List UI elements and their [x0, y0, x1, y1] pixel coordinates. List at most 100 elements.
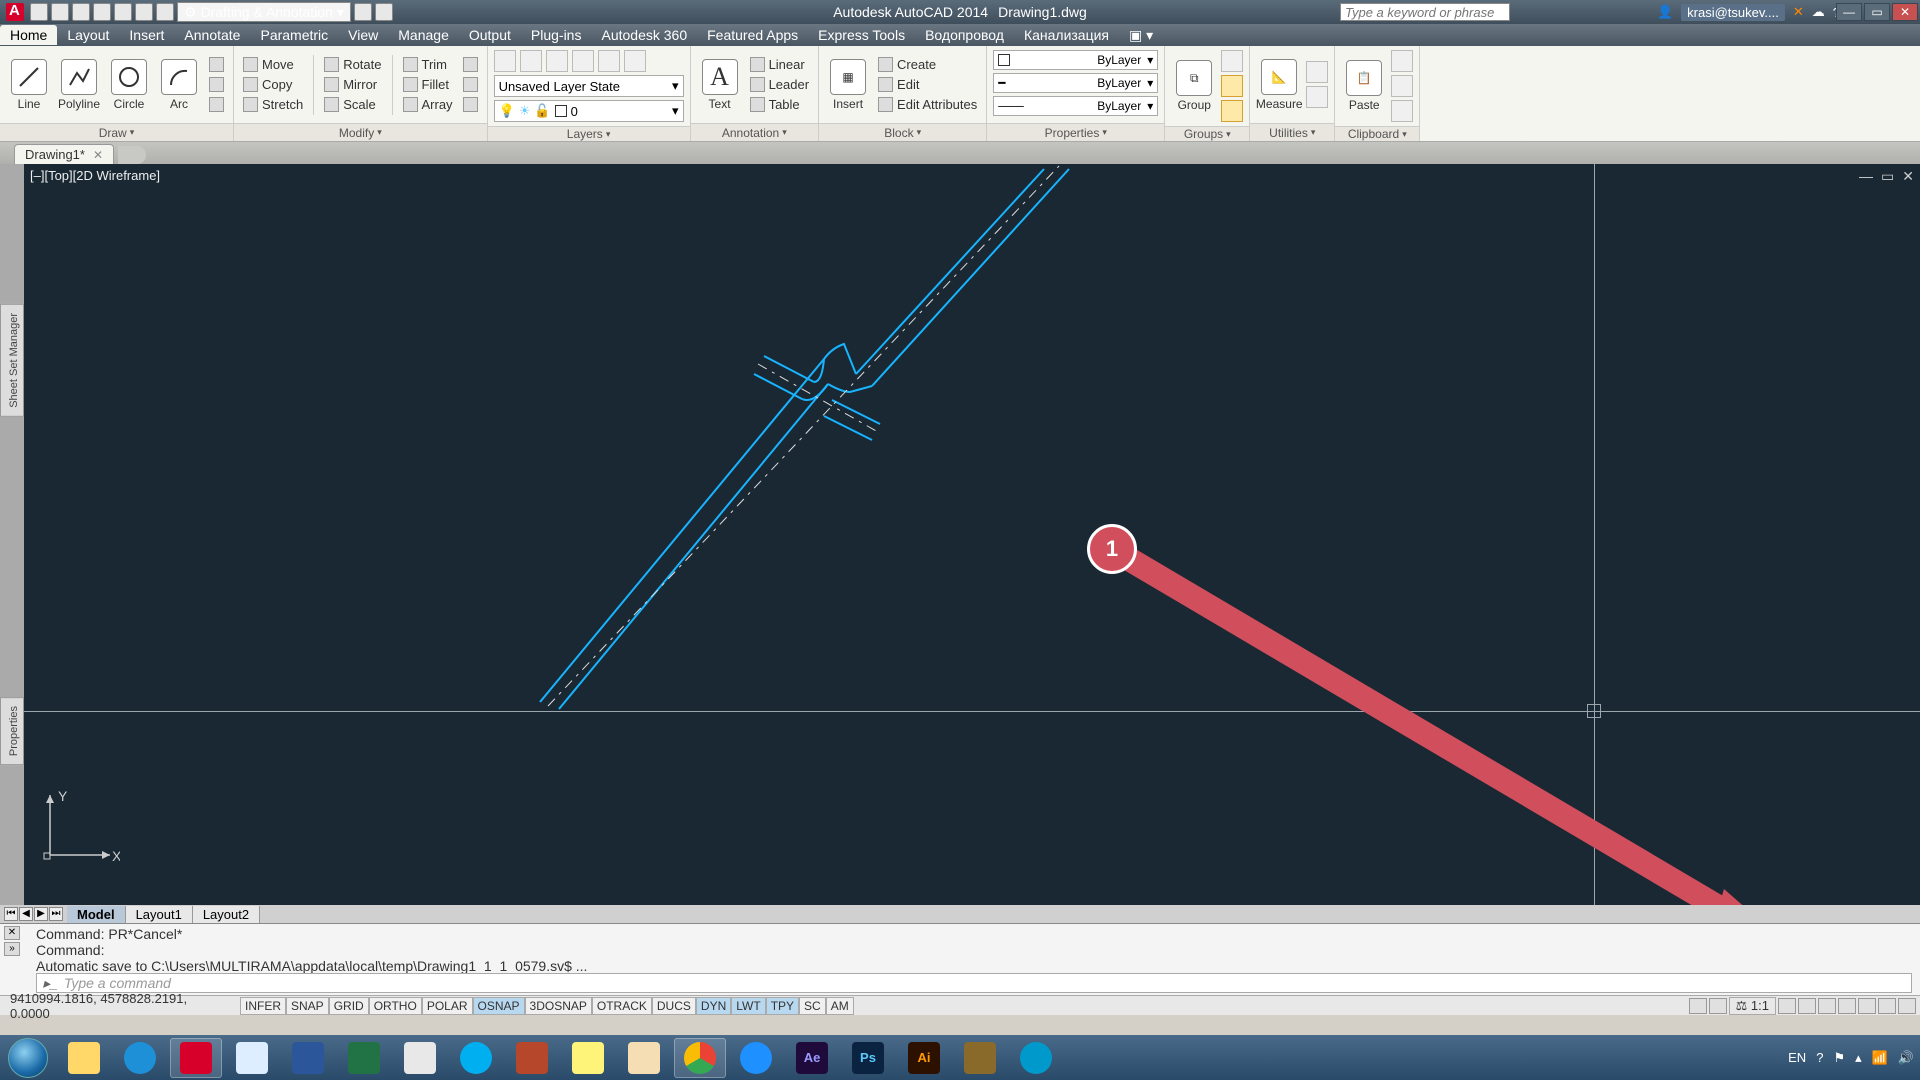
workspace-selector[interactable]: ⚙ Drafting & Annotation ▾	[177, 2, 351, 22]
search-input[interactable]	[1340, 3, 1510, 21]
task-app1[interactable]	[954, 1038, 1006, 1078]
layer-prop-icon[interactable]	[494, 50, 516, 72]
paste-button[interactable]: 📋Paste	[1341, 52, 1387, 120]
task-publisher[interactable]	[506, 1038, 558, 1078]
qat-redo-icon[interactable]	[156, 3, 174, 21]
panel-clipboard-title[interactable]: Clipboard	[1335, 126, 1419, 141]
group-bbox-icon[interactable]	[1221, 100, 1243, 122]
layout-tab-layout1[interactable]: Layout1	[126, 906, 193, 923]
panel-layers-title[interactable]: Layers	[488, 126, 690, 141]
layer-off-icon[interactable]	[624, 50, 646, 72]
draw-extra1[interactable]	[206, 56, 227, 73]
insert-button[interactable]: ▦Insert	[825, 51, 871, 119]
table-button[interactable]: Table	[747, 96, 812, 113]
anno-scale-button[interactable]: ⚖ 1:1	[1729, 997, 1776, 1015]
qat-open-icon[interactable]	[51, 3, 69, 21]
status-osnap[interactable]: OSNAP	[473, 997, 525, 1015]
fillet-button[interactable]: Fillet	[400, 76, 456, 93]
drawing-canvas[interactable]: [‒][Top][2D Wireframe] — ▭ ✕ Y X	[24, 164, 1920, 905]
command-input[interactable]: ▸_ Type a command	[36, 973, 1912, 993]
start-button[interactable]	[0, 1035, 56, 1080]
tray-network-icon[interactable]: 📶	[1872, 1050, 1888, 1066]
tab-output[interactable]: Output	[459, 25, 521, 45]
qat-new-icon[interactable]	[30, 3, 48, 21]
leader-button[interactable]: Leader	[747, 76, 812, 93]
qat-extra-icon[interactable]	[354, 3, 372, 21]
tab-manage[interactable]: Manage	[388, 25, 459, 45]
sheet-set-manager-tab[interactable]: Sheet Set Manager	[0, 304, 24, 417]
tab-annotate[interactable]: Annotate	[174, 25, 250, 45]
task-wmp[interactable]	[114, 1038, 166, 1078]
document-tab[interactable]: Drawing1* ✕	[14, 144, 114, 164]
task-calc[interactable]	[394, 1038, 446, 1078]
clean-screen-icon[interactable]	[1898, 998, 1916, 1014]
status-sc[interactable]: SC	[799, 997, 826, 1015]
task-word[interactable]	[282, 1038, 334, 1078]
layout-tab-layout2[interactable]: Layout2	[193, 906, 260, 923]
hardware-accel-icon[interactable]	[1858, 998, 1876, 1014]
command-recent-icon[interactable]: »	[4, 942, 20, 956]
properties-tab[interactable]: Properties	[0, 697, 24, 765]
array-button[interactable]: Array	[400, 96, 456, 113]
draw-extra3[interactable]	[206, 96, 227, 113]
close-icon[interactable]: ✕	[93, 148, 103, 162]
task-chrome[interactable]	[674, 1038, 726, 1078]
layer-freeze-icon[interactable]	[572, 50, 594, 72]
tab-express-tools[interactable]: Express Tools	[808, 25, 915, 45]
task-app2[interactable]	[1010, 1038, 1062, 1078]
layout-tab-model[interactable]: Model	[67, 906, 126, 923]
panel-groups-title[interactable]: Groups	[1165, 126, 1249, 141]
tab-insert[interactable]: Insert	[119, 25, 174, 45]
status-3dosnap[interactable]: 3DOSNAP	[525, 997, 592, 1015]
layer-states-icon[interactable]	[520, 50, 542, 72]
task-skype[interactable]	[450, 1038, 502, 1078]
panel-block-title[interactable]: Block	[819, 123, 986, 141]
panel-properties-title[interactable]: Properties	[987, 123, 1164, 141]
panel-annotation-title[interactable]: Annotation	[691, 123, 818, 141]
layout-prev-icon[interactable]: ◀	[19, 907, 33, 921]
status-lwt[interactable]: LWT	[731, 997, 765, 1015]
status-infer[interactable]: INFER	[240, 997, 286, 1015]
tray-flag-icon[interactable]: ⚑	[1833, 1050, 1845, 1066]
prop-lineweight-dropdown[interactable]: ━ByLayer▾	[993, 73, 1158, 93]
lang-indicator[interactable]: EN	[1788, 1050, 1806, 1065]
tab-extra[interactable]: ▣ ▾	[1119, 25, 1163, 46]
layer-lock-icon[interactable]	[598, 50, 620, 72]
task-explorer[interactable]	[58, 1038, 110, 1078]
group-select-icon[interactable]	[1221, 75, 1243, 97]
tab-featured-apps[interactable]: Featured Apps	[697, 25, 808, 45]
circle-button[interactable]: Circle	[106, 51, 152, 119]
copy-button[interactable]: Copy	[240, 76, 306, 93]
arc-button[interactable]: Arc	[156, 51, 202, 119]
status-dyn[interactable]: DYN	[696, 997, 731, 1015]
maximize-button[interactable]: ▭	[1864, 3, 1890, 21]
task-paint[interactable]	[618, 1038, 670, 1078]
status-otrack[interactable]: OTRACK	[592, 997, 652, 1015]
scale-button[interactable]: Scale	[321, 96, 384, 113]
util-extra2-icon[interactable]	[1306, 86, 1328, 108]
new-tab-button[interactable]	[118, 146, 146, 164]
task-excel[interactable]	[338, 1038, 390, 1078]
polyline-button[interactable]: Polyline	[56, 51, 102, 119]
close-button[interactable]: ✕	[1892, 3, 1918, 21]
rotate-button[interactable]: Rotate	[321, 56, 384, 73]
group-edit-icon[interactable]	[1221, 50, 1243, 72]
tab-plug-ins[interactable]: Plug-ins	[521, 25, 592, 45]
panel-utilities-title[interactable]: Utilities	[1250, 123, 1334, 141]
tray-volume-icon[interactable]: 🔊	[1898, 1050, 1914, 1066]
trim-button[interactable]: Trim	[400, 56, 456, 73]
move-button[interactable]: Move	[240, 56, 306, 73]
app-menu-icon[interactable]	[6, 3, 24, 21]
status-am[interactable]: AM	[826, 997, 854, 1015]
status-ortho[interactable]: ORTHO	[369, 997, 422, 1015]
grid-display-icon[interactable]	[1709, 998, 1727, 1014]
tab-home[interactable]: Home	[0, 25, 57, 45]
cut-icon[interactable]	[1391, 50, 1413, 72]
signin-icon[interactable]: 👤	[1657, 4, 1673, 20]
status-polar[interactable]: POLAR	[422, 997, 473, 1015]
panel-draw-title[interactable]: Draw	[0, 123, 233, 141]
tab-parametric[interactable]: Parametric	[250, 25, 338, 45]
status-grid[interactable]: GRID	[329, 997, 369, 1015]
anno-auto-icon[interactable]	[1798, 998, 1816, 1014]
block-edit-button[interactable]: Edit	[875, 76, 980, 93]
